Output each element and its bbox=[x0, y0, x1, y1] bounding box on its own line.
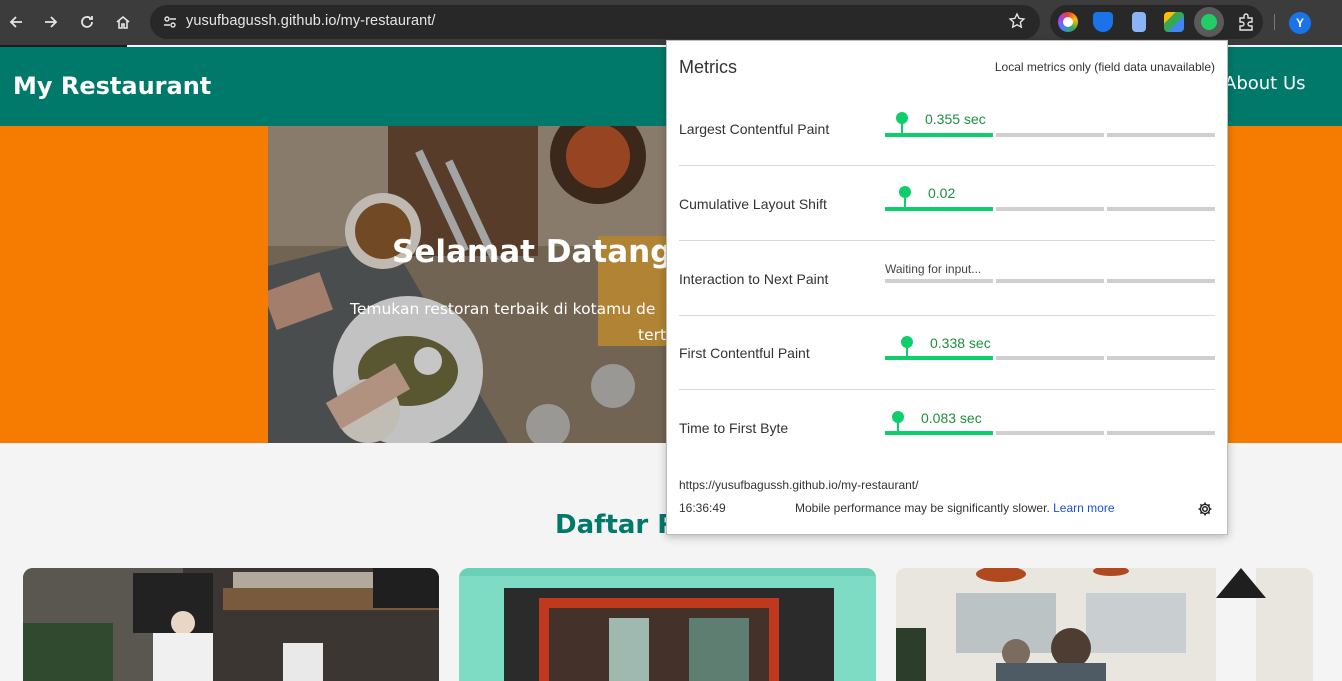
reload-icon[interactable] bbox=[75, 10, 99, 34]
metric-bar-poor bbox=[1107, 431, 1215, 435]
metric-bar-needs-improvement bbox=[996, 207, 1104, 211]
shield-extension-icon[interactable] bbox=[1093, 12, 1113, 32]
metric-bar-needs-improvement bbox=[996, 356, 1104, 360]
metric-value: 0.083 sec bbox=[921, 410, 982, 426]
site-brand[interactable]: My Restaurant bbox=[13, 72, 211, 100]
document-extension-icon[interactable] bbox=[1132, 12, 1146, 32]
metric-bar-good bbox=[885, 431, 993, 435]
metric-bar-good bbox=[885, 356, 993, 360]
hero-image bbox=[268, 126, 666, 443]
metric-bar-needs-improvement bbox=[996, 431, 1104, 435]
metric-bar-poor bbox=[1107, 133, 1215, 137]
restaurant-card[interactable] bbox=[459, 568, 876, 681]
nav-about-us[interactable]: About Us bbox=[1224, 73, 1306, 94]
field-data-note: Local metrics only (field data unavailab… bbox=[994, 60, 1215, 74]
restaurant-card[interactable] bbox=[896, 568, 1313, 681]
metric-bar-poor bbox=[1107, 279, 1215, 283]
metric-label: Largest Contentful Paint bbox=[679, 121, 830, 137]
metric-cls: Cumulative Layout Shift 0.02 bbox=[679, 166, 1215, 241]
url-text[interactable]: yusufbagussh.github.io/my-restaurant/ bbox=[186, 13, 436, 29]
restaurant-card[interactable] bbox=[23, 568, 439, 681]
metric-bar-needs-improvement bbox=[996, 279, 1104, 283]
metric-marker-stem bbox=[906, 347, 908, 357]
mobile-note: Mobile performance may be significantly … bbox=[795, 501, 1115, 515]
color-extension-icon[interactable] bbox=[1058, 12, 1078, 32]
home-icon[interactable] bbox=[111, 10, 135, 34]
metric-bar-needs-improvement bbox=[996, 133, 1104, 137]
metric-label: Interaction to Next Paint bbox=[679, 271, 829, 287]
extensions-icon[interactable] bbox=[1236, 12, 1256, 32]
gear-icon[interactable] bbox=[1197, 501, 1213, 517]
metric-marker-stem bbox=[904, 197, 906, 207]
metric-value: 0.355 sec bbox=[925, 111, 986, 127]
hero-subtitle: Temukan restoran terbaik di kotamu de bbox=[350, 300, 656, 318]
metric-bar-poor bbox=[1107, 207, 1215, 211]
metric-ttfb: Time to First Byte 0.083 sec bbox=[679, 390, 1215, 465]
metric-lcp: Largest Contentful Paint 0.355 sec bbox=[679, 91, 1215, 166]
learn-more-link[interactable]: Learn more bbox=[1053, 501, 1114, 515]
address-bar[interactable]: yusufbagussh.github.io/my-restaurant/ bbox=[150, 5, 1040, 39]
metrics-popup: Metrics Local metrics only (field data u… bbox=[666, 40, 1228, 535]
hero-title: Selamat Datang bbox=[392, 234, 673, 270]
metric-marker-stem bbox=[901, 123, 903, 133]
popup-title: Metrics bbox=[679, 57, 737, 77]
metric-fcp: First Contentful Paint 0.338 sec bbox=[679, 315, 1215, 390]
back-icon[interactable] bbox=[4, 10, 28, 34]
metric-bar-poor bbox=[1107, 356, 1215, 360]
metric-waiting-text: Waiting for input... bbox=[885, 262, 982, 276]
forward-icon[interactable] bbox=[39, 10, 63, 34]
metric-marker-stem bbox=[897, 422, 899, 432]
metric-bar-good bbox=[885, 279, 993, 283]
extensions-bar bbox=[1050, 5, 1263, 39]
mobile-note-text: Mobile performance may be significantly … bbox=[795, 501, 1050, 515]
hero-subtitle-line2: tert bbox=[638, 326, 667, 344]
metric-label: Time to First Byte bbox=[679, 420, 789, 436]
profile-avatar[interactable]: Y bbox=[1289, 12, 1311, 34]
browser-toolbar: yusufbagussh.github.io/my-restaurant/ Y bbox=[0, 0, 1342, 45]
web-vitals-extension-icon[interactable] bbox=[1194, 7, 1224, 37]
drive-extension-icon[interactable] bbox=[1164, 12, 1184, 32]
metric-label: First Contentful Paint bbox=[679, 345, 810, 361]
metric-value: 0.338 sec bbox=[930, 335, 991, 351]
metric-bar-good bbox=[885, 133, 993, 137]
metric-inp: Interaction to Next Paint Waiting for in… bbox=[679, 241, 1215, 316]
status-dot bbox=[1201, 14, 1217, 30]
toolbar-divider bbox=[1274, 14, 1275, 30]
timestamp: 16:36:49 bbox=[679, 501, 726, 515]
star-icon[interactable] bbox=[1008, 12, 1026, 35]
site-info-icon[interactable] bbox=[158, 10, 182, 34]
metric-value: 0.02 bbox=[928, 185, 956, 201]
metric-label: Cumulative Layout Shift bbox=[679, 196, 827, 212]
metric-bar-good bbox=[885, 207, 993, 211]
page-url: https://yusufbagussh.github.io/my-restau… bbox=[679, 478, 919, 492]
